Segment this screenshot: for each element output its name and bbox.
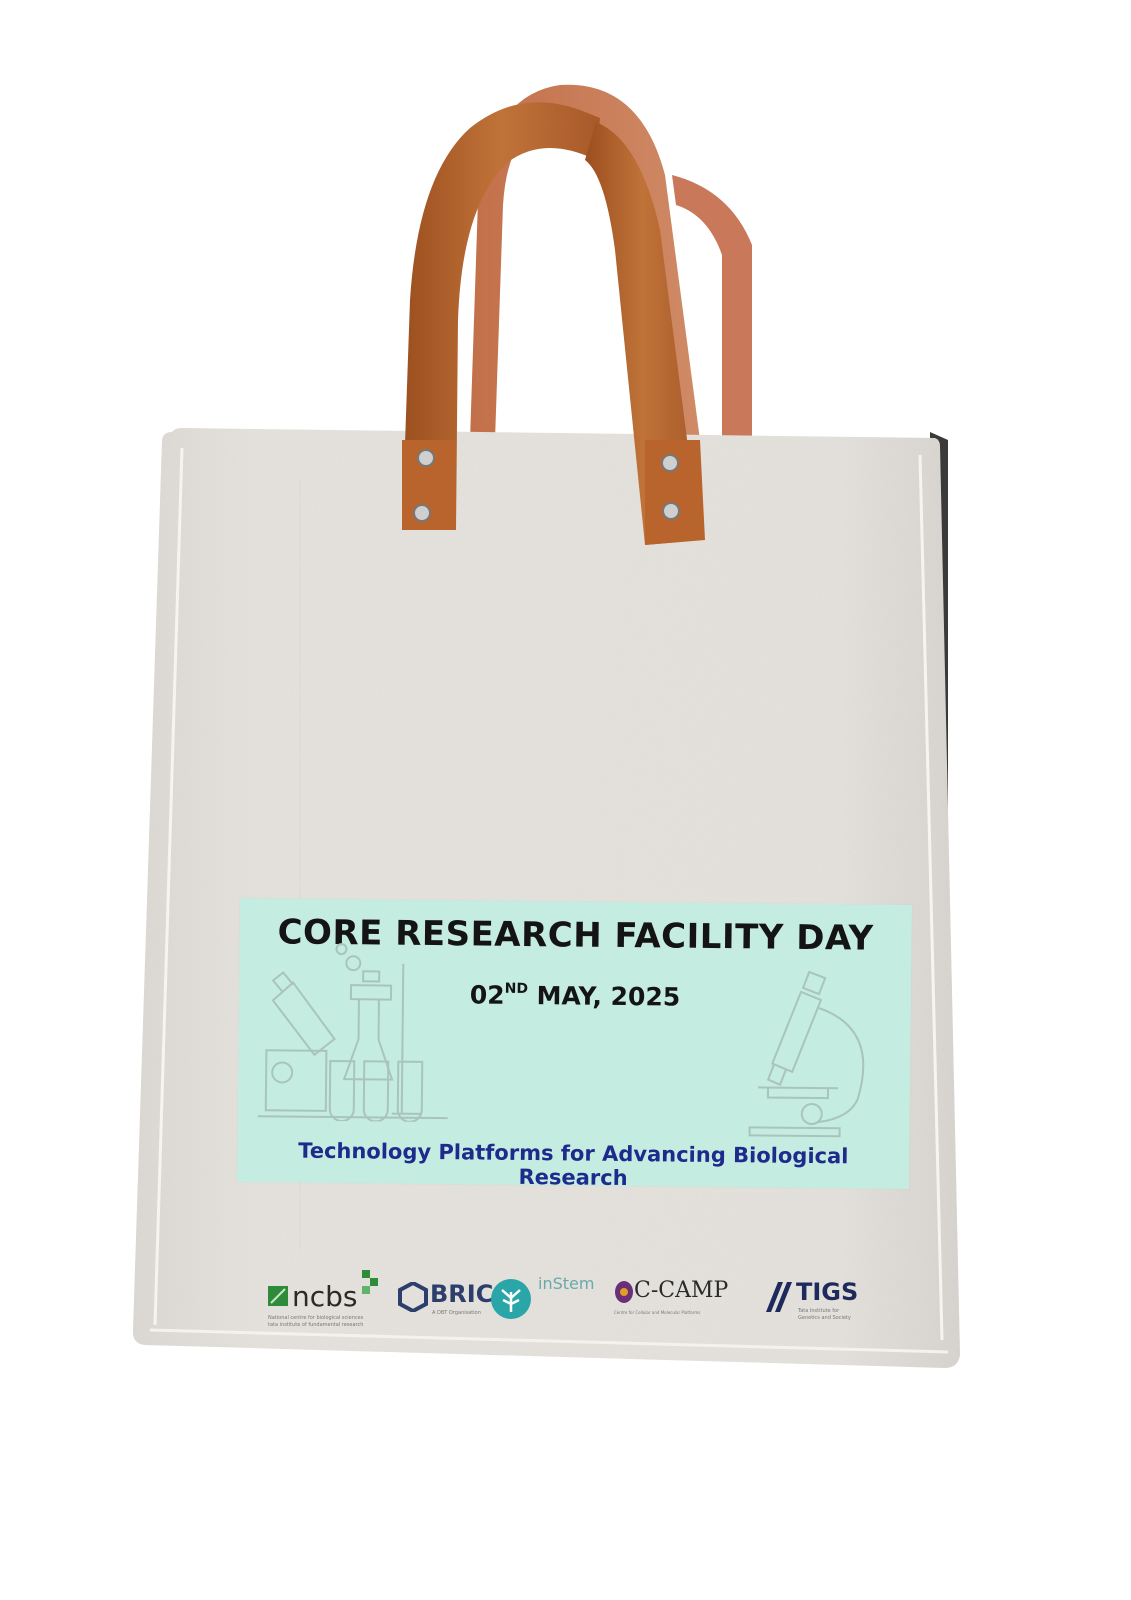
bric-logo: BRIC A DBT Organisation: [398, 1270, 493, 1340]
bric-hexagon-icon: [398, 1282, 428, 1312]
banner-tagline: Technology Platforms for Advancing Biolo…: [298, 1138, 849, 1191]
instem-logo: inStem: [490, 1270, 600, 1340]
bric-name: BRIC: [430, 1280, 494, 1308]
tigs-subtitle-2: Genetics and Society: [798, 1315, 851, 1321]
ccamp-subtitle: Centre for Cellular and Molecular Platfo…: [614, 1310, 701, 1315]
date-month-year: MAY, 2025: [527, 981, 681, 1012]
date-day: 02: [469, 980, 505, 1010]
tote-bag-illustration: [132, 84, 960, 1368]
ccamp-cell-icon: [615, 1281, 633, 1303]
ccamp-name: C-CAMP: [634, 1278, 729, 1303]
lab-equipment-icon: [257, 943, 448, 1123]
tigs-name: TIGS: [796, 1278, 859, 1306]
tigs-logo: TIGS Tata Institute for Genetics and Soc…: [764, 1270, 874, 1340]
tote-bag-scene: CORE RESEARCH FACILITY DAY 02ND MAY, 202…: [0, 0, 1131, 1600]
date-suffix: ND: [504, 980, 529, 998]
microscope-icon: [748, 970, 865, 1138]
ccamp-logo: C-CAMP Centre for Cellular and Molecular…: [614, 1270, 754, 1340]
tigs-subtitle-1: Tata Institute for: [798, 1308, 840, 1314]
ncbs-logo: ncbs National centre for biological scie…: [268, 1270, 383, 1340]
instem-tree-icon: [491, 1279, 531, 1319]
ncbs-subtitle-2: tata institute of fundamental research: [268, 1322, 364, 1328]
sponsor-logos: ncbs National centre for biological scie…: [268, 1270, 888, 1340]
ncbs-name: ncbs: [292, 1280, 358, 1313]
instem-name: inStem: [538, 1274, 595, 1293]
tigs-stripes-icon: [766, 1282, 792, 1312]
event-banner: CORE RESEARCH FACILITY DAY 02ND MAY, 202…: [237, 898, 912, 1190]
ncbs-subtitle-1: National centre for biological sciences: [268, 1315, 364, 1321]
bric-subtitle: A DBT Organisation: [432, 1310, 481, 1316]
